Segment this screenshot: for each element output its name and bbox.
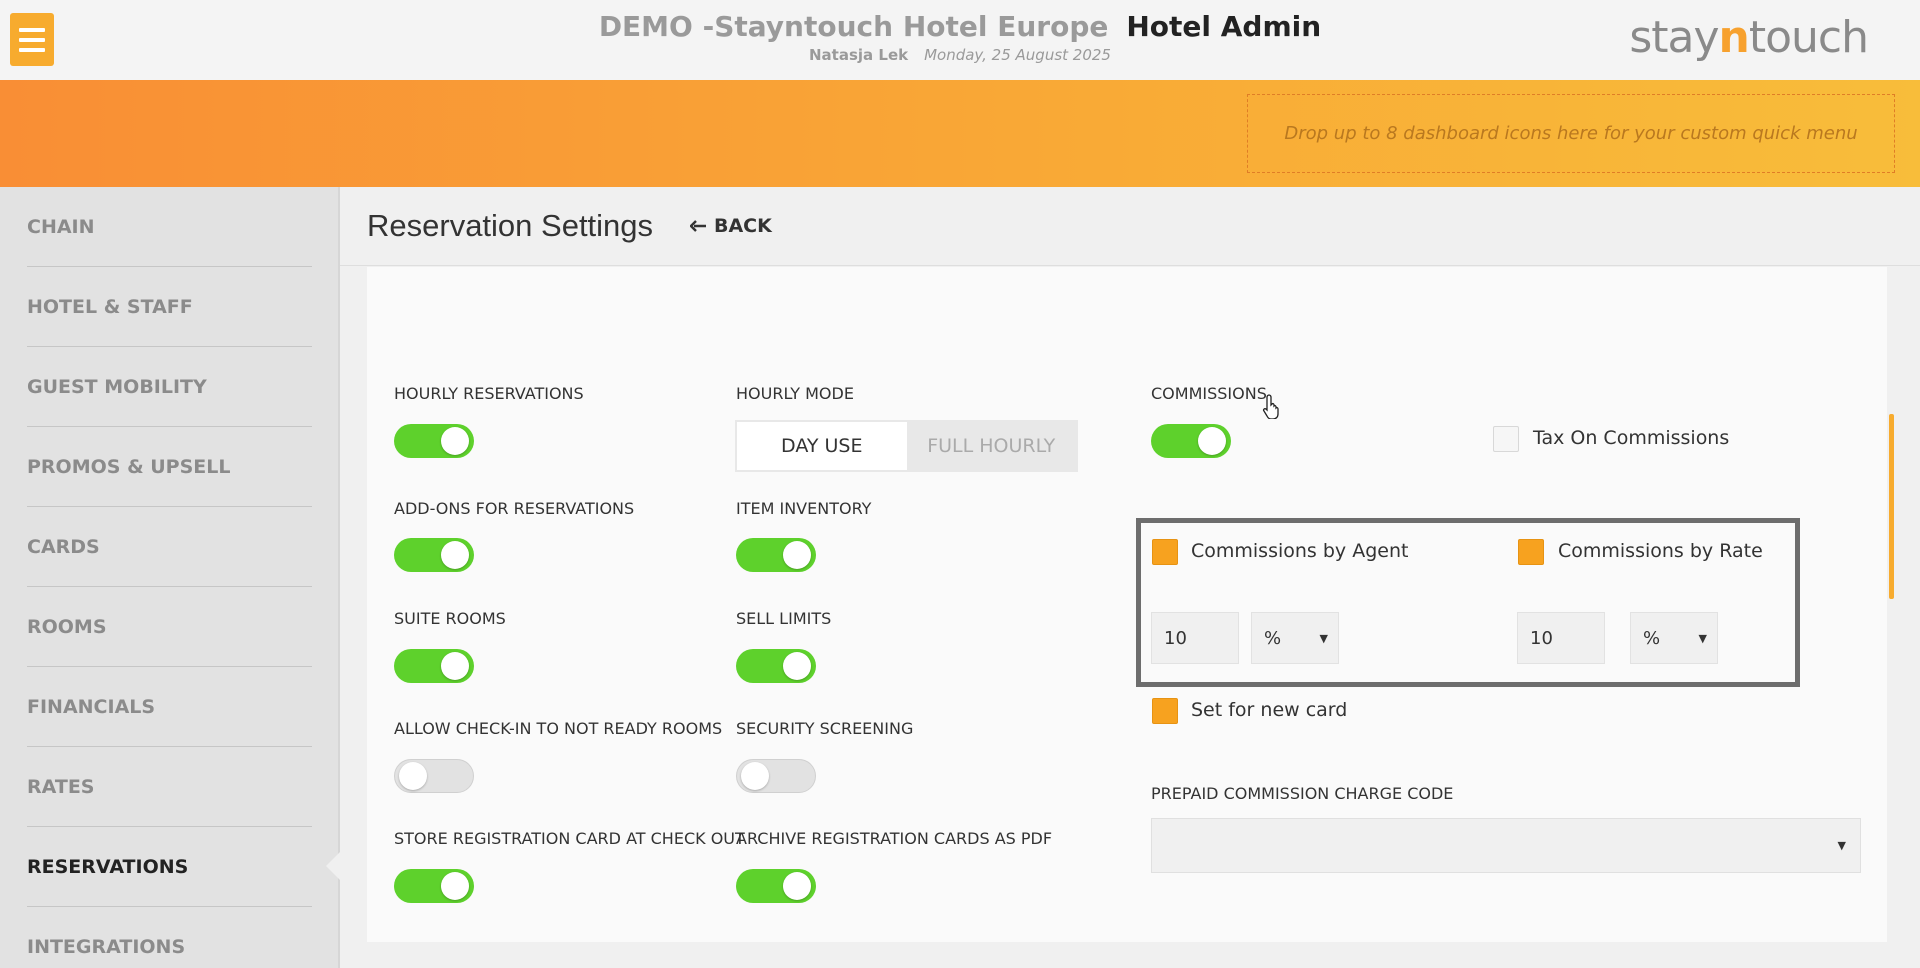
toggle-knob xyxy=(399,762,427,790)
security-screening-toggle[interactable] xyxy=(736,759,816,793)
toggle-knob xyxy=(783,541,811,569)
hotel-name: DEMO -Stayntouch Hotel Europe xyxy=(598,10,1109,43)
scrollbar-thumb[interactable] xyxy=(1889,414,1894,599)
toggle-knob xyxy=(783,872,811,900)
app-name: Hotel Admin xyxy=(1126,10,1322,43)
sidebar-item-promos-upsell[interactable]: PROMOS & UPSELL xyxy=(27,427,312,507)
security-screening-label: SECURITY SCREENING xyxy=(736,719,914,738)
tax-on-commissions-checkbox[interactable] xyxy=(1493,426,1519,452)
hourly-reservations-label: HOURLY RESERVATIONS xyxy=(394,384,584,403)
caret-down-icon: ▼ xyxy=(1837,839,1846,852)
divider xyxy=(340,265,1920,266)
toggle-knob xyxy=(441,652,469,680)
business-date: Monday, 25 August 2025 xyxy=(924,46,1111,64)
toggle-knob xyxy=(441,427,469,455)
commissions-by-agent-checkbox[interactable] xyxy=(1152,539,1178,565)
agent-commission-unit-select[interactable]: % ▼ xyxy=(1251,612,1339,664)
allow-checkin-label: ALLOW CHECK-IN TO NOT READY ROOMS xyxy=(394,719,723,738)
sidebar-item-hotel-staff[interactable]: HOTEL & STAFF xyxy=(27,267,312,347)
item-inventory-toggle[interactable] xyxy=(736,538,816,572)
rate-commission-unit: % xyxy=(1643,627,1661,649)
toggle-knob xyxy=(783,652,811,680)
back-arrow-icon xyxy=(690,220,706,232)
hourly-mode-full-hourly[interactable]: FULL HOURLY xyxy=(907,422,1077,470)
toggle-knob xyxy=(441,541,469,569)
back-button[interactable]: BACK xyxy=(690,215,772,237)
sidebar-item-chain[interactable]: CHAIN xyxy=(27,187,312,267)
sidebar-item-integrations[interactable]: INTEGRATIONS xyxy=(27,907,312,968)
store-reg-card-label: STORE REGISTRATION CARD AT CHECK OUT xyxy=(394,829,745,848)
archive-reg-cards-toggle[interactable] xyxy=(736,869,816,903)
store-reg-card-toggle[interactable] xyxy=(394,869,474,903)
sidebar-item-rooms[interactable]: ROOMS xyxy=(27,587,312,667)
set-for-new-card-label: Set for new card xyxy=(1191,699,1348,721)
commissions-by-rate-label: Commissions by Rate xyxy=(1558,540,1763,562)
top-bar: DEMO -Stayntouch Hotel Europe Hotel Admin… xyxy=(0,0,1920,80)
addons-toggle[interactable] xyxy=(394,538,474,572)
agent-commission-unit: % xyxy=(1264,627,1282,649)
back-label: BACK xyxy=(714,215,772,237)
agent-commission-input[interactable]: 10 xyxy=(1151,612,1239,664)
prepaid-charge-code-label: PREPAID COMMISSION CHARGE CODE xyxy=(1151,784,1454,803)
addons-label: ADD-ONS FOR RESERVATIONS xyxy=(394,499,635,518)
quick-menu-dropzone[interactable]: Drop up to 8 dashboard icons here for yo… xyxy=(1247,94,1895,173)
rate-commission-input[interactable]: 10 xyxy=(1517,612,1605,664)
sell-limits-toggle[interactable] xyxy=(736,649,816,683)
sidebar: CHAIN HOTEL & STAFF GUEST MOBILITY PROMO… xyxy=(0,187,340,968)
commissions-by-agent-label: Commissions by Agent xyxy=(1191,540,1409,562)
stayntouch-logo: stayntouch xyxy=(1629,12,1869,63)
sidebar-item-guest-mobility[interactable]: GUEST MOBILITY xyxy=(27,347,312,427)
set-for-new-card-checkbox[interactable] xyxy=(1152,698,1178,724)
suite-rooms-toggle[interactable] xyxy=(394,649,474,683)
sidebar-item-reservations[interactable]: RESERVATIONS xyxy=(27,827,312,907)
hourly-mode-segmented-control: DAY USE FULL HOURLY xyxy=(735,420,1078,472)
commissions-label: COMMISSIONS xyxy=(1151,384,1267,403)
hand-pointer-icon xyxy=(1262,394,1279,419)
toggle-knob xyxy=(441,872,469,900)
toggle-knob xyxy=(741,762,769,790)
user-name: Natasja Lek xyxy=(809,46,909,64)
suite-rooms-label: SUITE ROOMS xyxy=(394,609,506,628)
commissions-by-rate-checkbox[interactable] xyxy=(1518,539,1544,565)
tax-on-commissions-label: Tax On Commissions xyxy=(1533,427,1730,449)
commissions-toggle[interactable] xyxy=(1151,424,1231,458)
allow-checkin-toggle[interactable] xyxy=(394,759,474,793)
archive-reg-cards-label: ARCHIVE REGISTRATION CARDS AS PDF xyxy=(736,829,1053,848)
active-indicator-arrow xyxy=(326,852,340,880)
rate-commission-unit-select[interactable]: % ▼ xyxy=(1630,612,1718,664)
hourly-mode-label: HOURLY MODE xyxy=(736,384,854,403)
hourly-mode-day-use[interactable]: DAY USE xyxy=(737,422,907,470)
sidebar-item-financials[interactable]: FINANCIALS xyxy=(27,667,312,747)
sidebar-item-cards[interactable]: CARDS xyxy=(27,507,312,587)
toggle-knob xyxy=(1198,427,1226,455)
sell-limits-label: SELL LIMITS xyxy=(736,609,832,628)
page-title: Reservation Settings xyxy=(367,208,654,243)
hourly-reservations-toggle[interactable] xyxy=(394,424,474,458)
sidebar-item-rates[interactable]: RATES xyxy=(27,747,312,827)
caret-down-icon: ▼ xyxy=(1698,631,1707,645)
item-inventory-label: ITEM INVENTORY xyxy=(736,499,872,518)
prepaid-charge-code-select[interactable]: ▼ xyxy=(1151,818,1861,873)
caret-down-icon: ▼ xyxy=(1319,631,1328,645)
